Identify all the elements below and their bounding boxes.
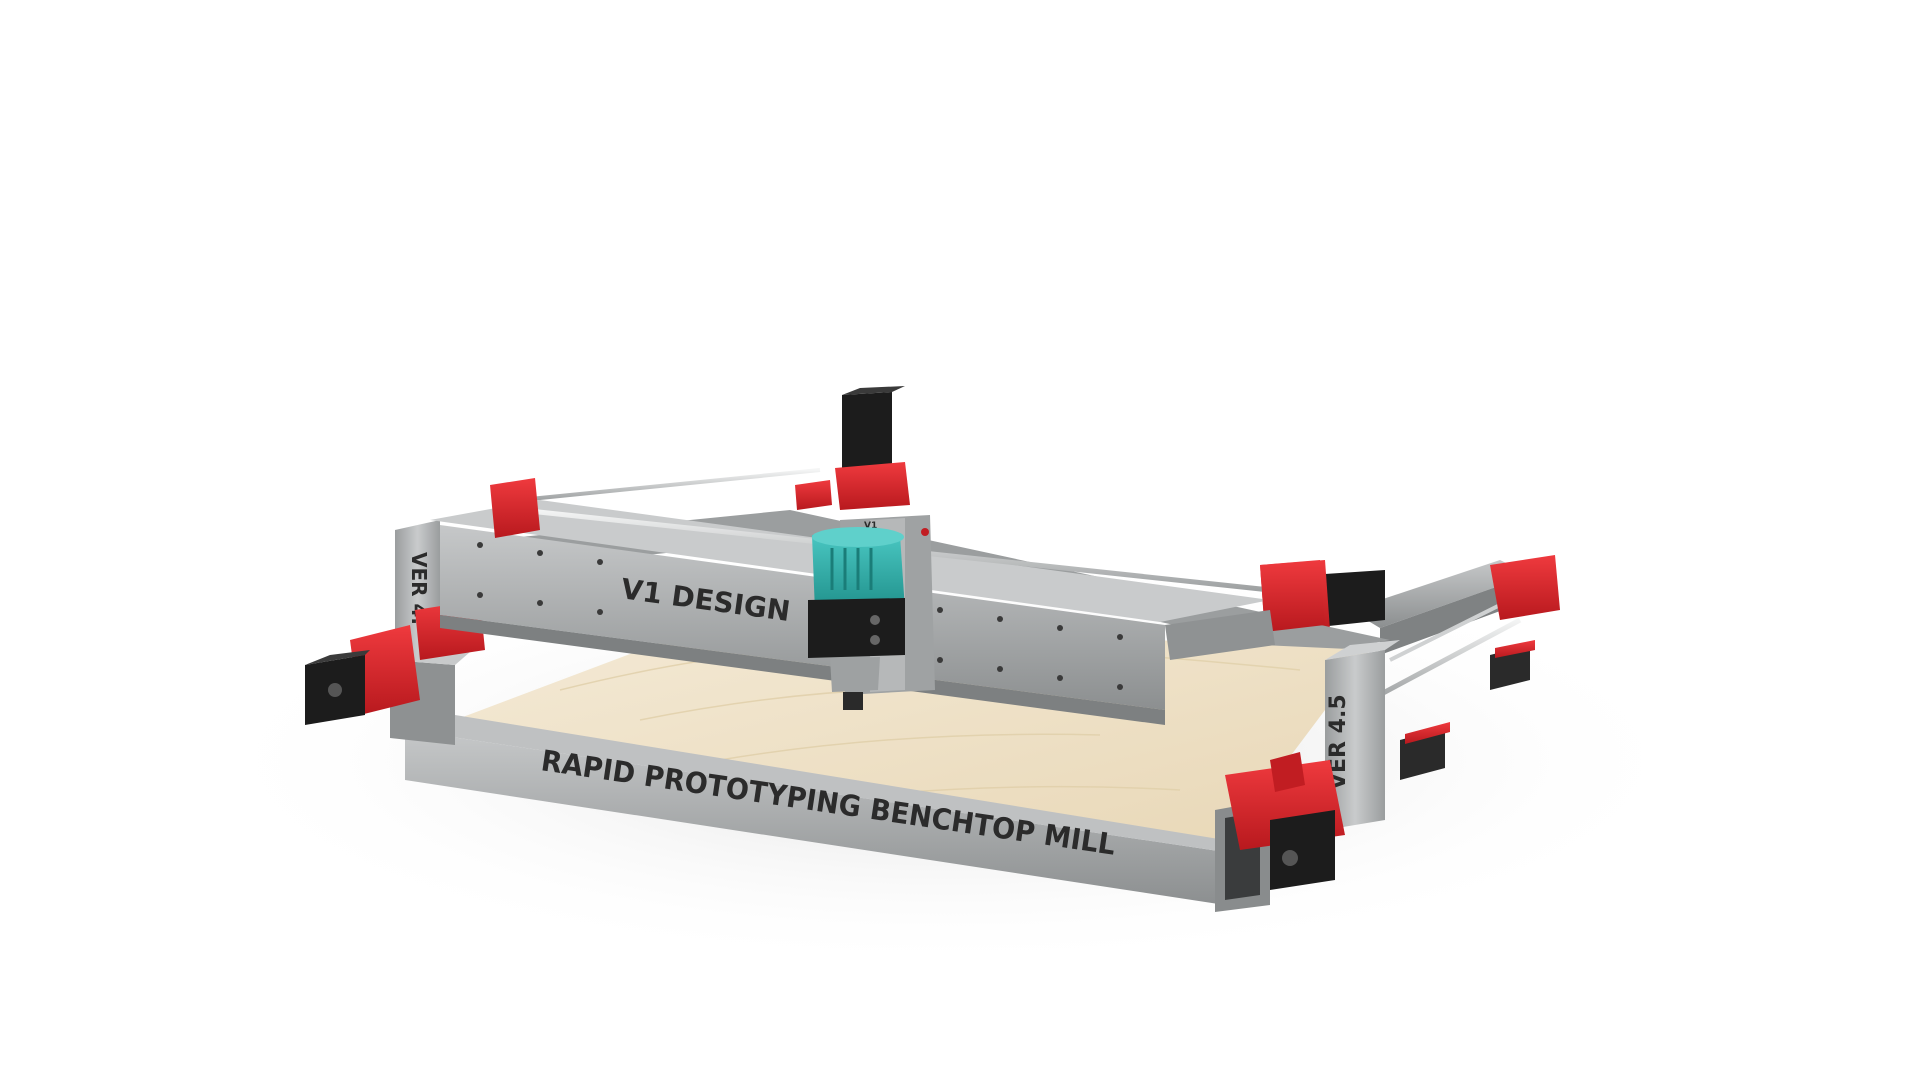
z-motor-mount (835, 462, 910, 510)
cnc-mill-illustration: RAPID PROTOTYPING BENCHTOP MILL VER 4. V… (190, 386, 1710, 970)
product-render: RAPID PROTOTYPING BENCHTOP MILL VER 4. V… (0, 0, 1920, 1080)
right-back-red-block (1490, 555, 1560, 620)
router-bit (843, 692, 863, 710)
gantry-left-mount (490, 478, 540, 538)
router-clamp (808, 598, 905, 658)
right-front-motor (1270, 810, 1335, 890)
gantry-rod-left (519, 468, 821, 502)
router-collet (830, 657, 880, 692)
z-motor (842, 392, 892, 470)
